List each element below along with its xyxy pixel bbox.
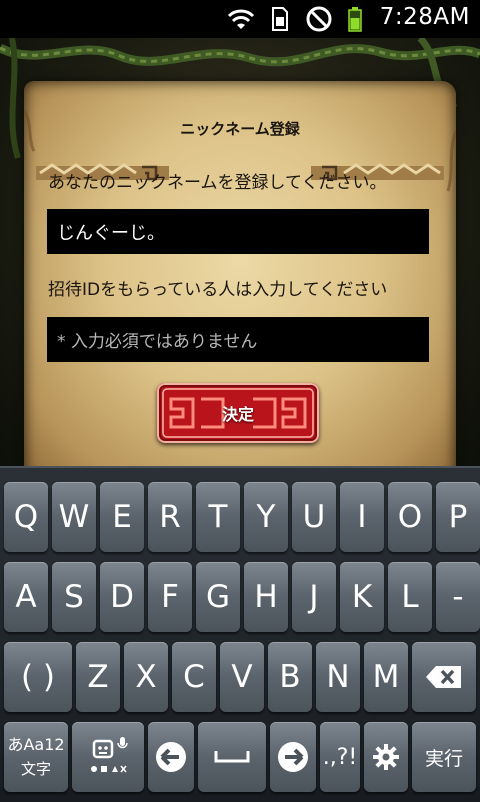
key-z[interactable]: Z (76, 642, 120, 712)
wifi-icon (227, 9, 255, 29)
enter-key[interactable]: 実行 (412, 722, 476, 792)
key-r[interactable]: R (148, 482, 192, 552)
enter-key-label: 実行 (424, 747, 463, 770)
nickname-prompt: あなたのニックネームを登録してください。 (48, 173, 387, 193)
sim-icon (272, 7, 288, 31)
key-e[interactable]: E (100, 482, 144, 552)
key-hyphen[interactable]: - (436, 562, 480, 632)
key-x[interactable]: X (124, 642, 168, 712)
key-f[interactable]: F (148, 562, 192, 632)
arrow-left-icon (156, 742, 186, 772)
emoji-voice-key[interactable] (72, 722, 144, 792)
key-s[interactable]: S (52, 562, 96, 632)
key-t[interactable]: T (196, 482, 240, 552)
form-title: ニックネーム登録 (180, 120, 300, 138)
nickname-input[interactable]: じんぐーじ。 (47, 209, 429, 254)
space-icon (214, 751, 250, 763)
key-w[interactable]: W (52, 482, 96, 552)
no-sound-icon (306, 6, 332, 32)
key-u[interactable]: U (292, 482, 336, 552)
input-mode-key-label: あAa12 (7, 735, 65, 754)
nickname-value: じんぐーじ。 (57, 222, 165, 244)
key-o[interactable]: O (388, 482, 432, 552)
face-mic-icon (91, 737, 128, 773)
key-parentheses[interactable]: ( ) (4, 642, 72, 712)
key-d[interactable]: D (100, 562, 144, 632)
backspace-key[interactable] (412, 642, 476, 712)
settings-key[interactable] (364, 722, 408, 792)
invite-id-prompt: 招待IDをもらっている人は入力してください (48, 280, 388, 300)
key-a[interactable]: A (4, 562, 48, 632)
symbol-key[interactable]: .,?! (320, 722, 360, 792)
key-n[interactable]: N (316, 642, 360, 712)
software-keyboard: Q W E R T Y U I O P A S D F G H J K L - … (0, 466, 480, 802)
input-mode-key[interactable]: あAa12 文字 (4, 722, 68, 792)
key-j[interactable]: J (292, 562, 336, 632)
status-bar: 7:28AM (0, 0, 480, 38)
key-b[interactable]: B (268, 642, 312, 712)
key-q[interactable]: Q (4, 482, 48, 552)
key-p[interactable]: P (436, 482, 480, 552)
arrow-right-icon (278, 742, 308, 772)
input-mode-key-sublabel: 文字 (20, 760, 51, 778)
clock: 7:28AM (379, 4, 470, 30)
key-c[interactable]: C (172, 642, 216, 712)
backspace-icon (426, 666, 461, 688)
key-g[interactable]: G (196, 562, 240, 632)
key-l[interactable]: L (388, 562, 432, 632)
key-v[interactable]: V (220, 642, 264, 712)
cursor-right-key[interactable] (270, 722, 316, 792)
invite-id-input[interactable]: * 入力必須ではありません (47, 317, 429, 362)
invite-id-placeholder: * 入力必須ではありません (57, 332, 258, 352)
key-m[interactable]: M (364, 642, 408, 712)
gear-icon (373, 744, 399, 770)
key-y[interactable]: Y (244, 482, 288, 552)
key-h[interactable]: H (244, 562, 288, 632)
cursor-left-key[interactable] (148, 722, 194, 792)
confirm-button[interactable]: 決定 (157, 383, 319, 443)
symbol-key-label: .,?! (322, 744, 358, 770)
confirm-button-label: 決定 (221, 405, 254, 424)
key-i[interactable]: I (340, 482, 384, 552)
key-k[interactable]: K (340, 562, 384, 632)
battery-icon (348, 7, 362, 32)
space-key[interactable] (198, 722, 266, 792)
